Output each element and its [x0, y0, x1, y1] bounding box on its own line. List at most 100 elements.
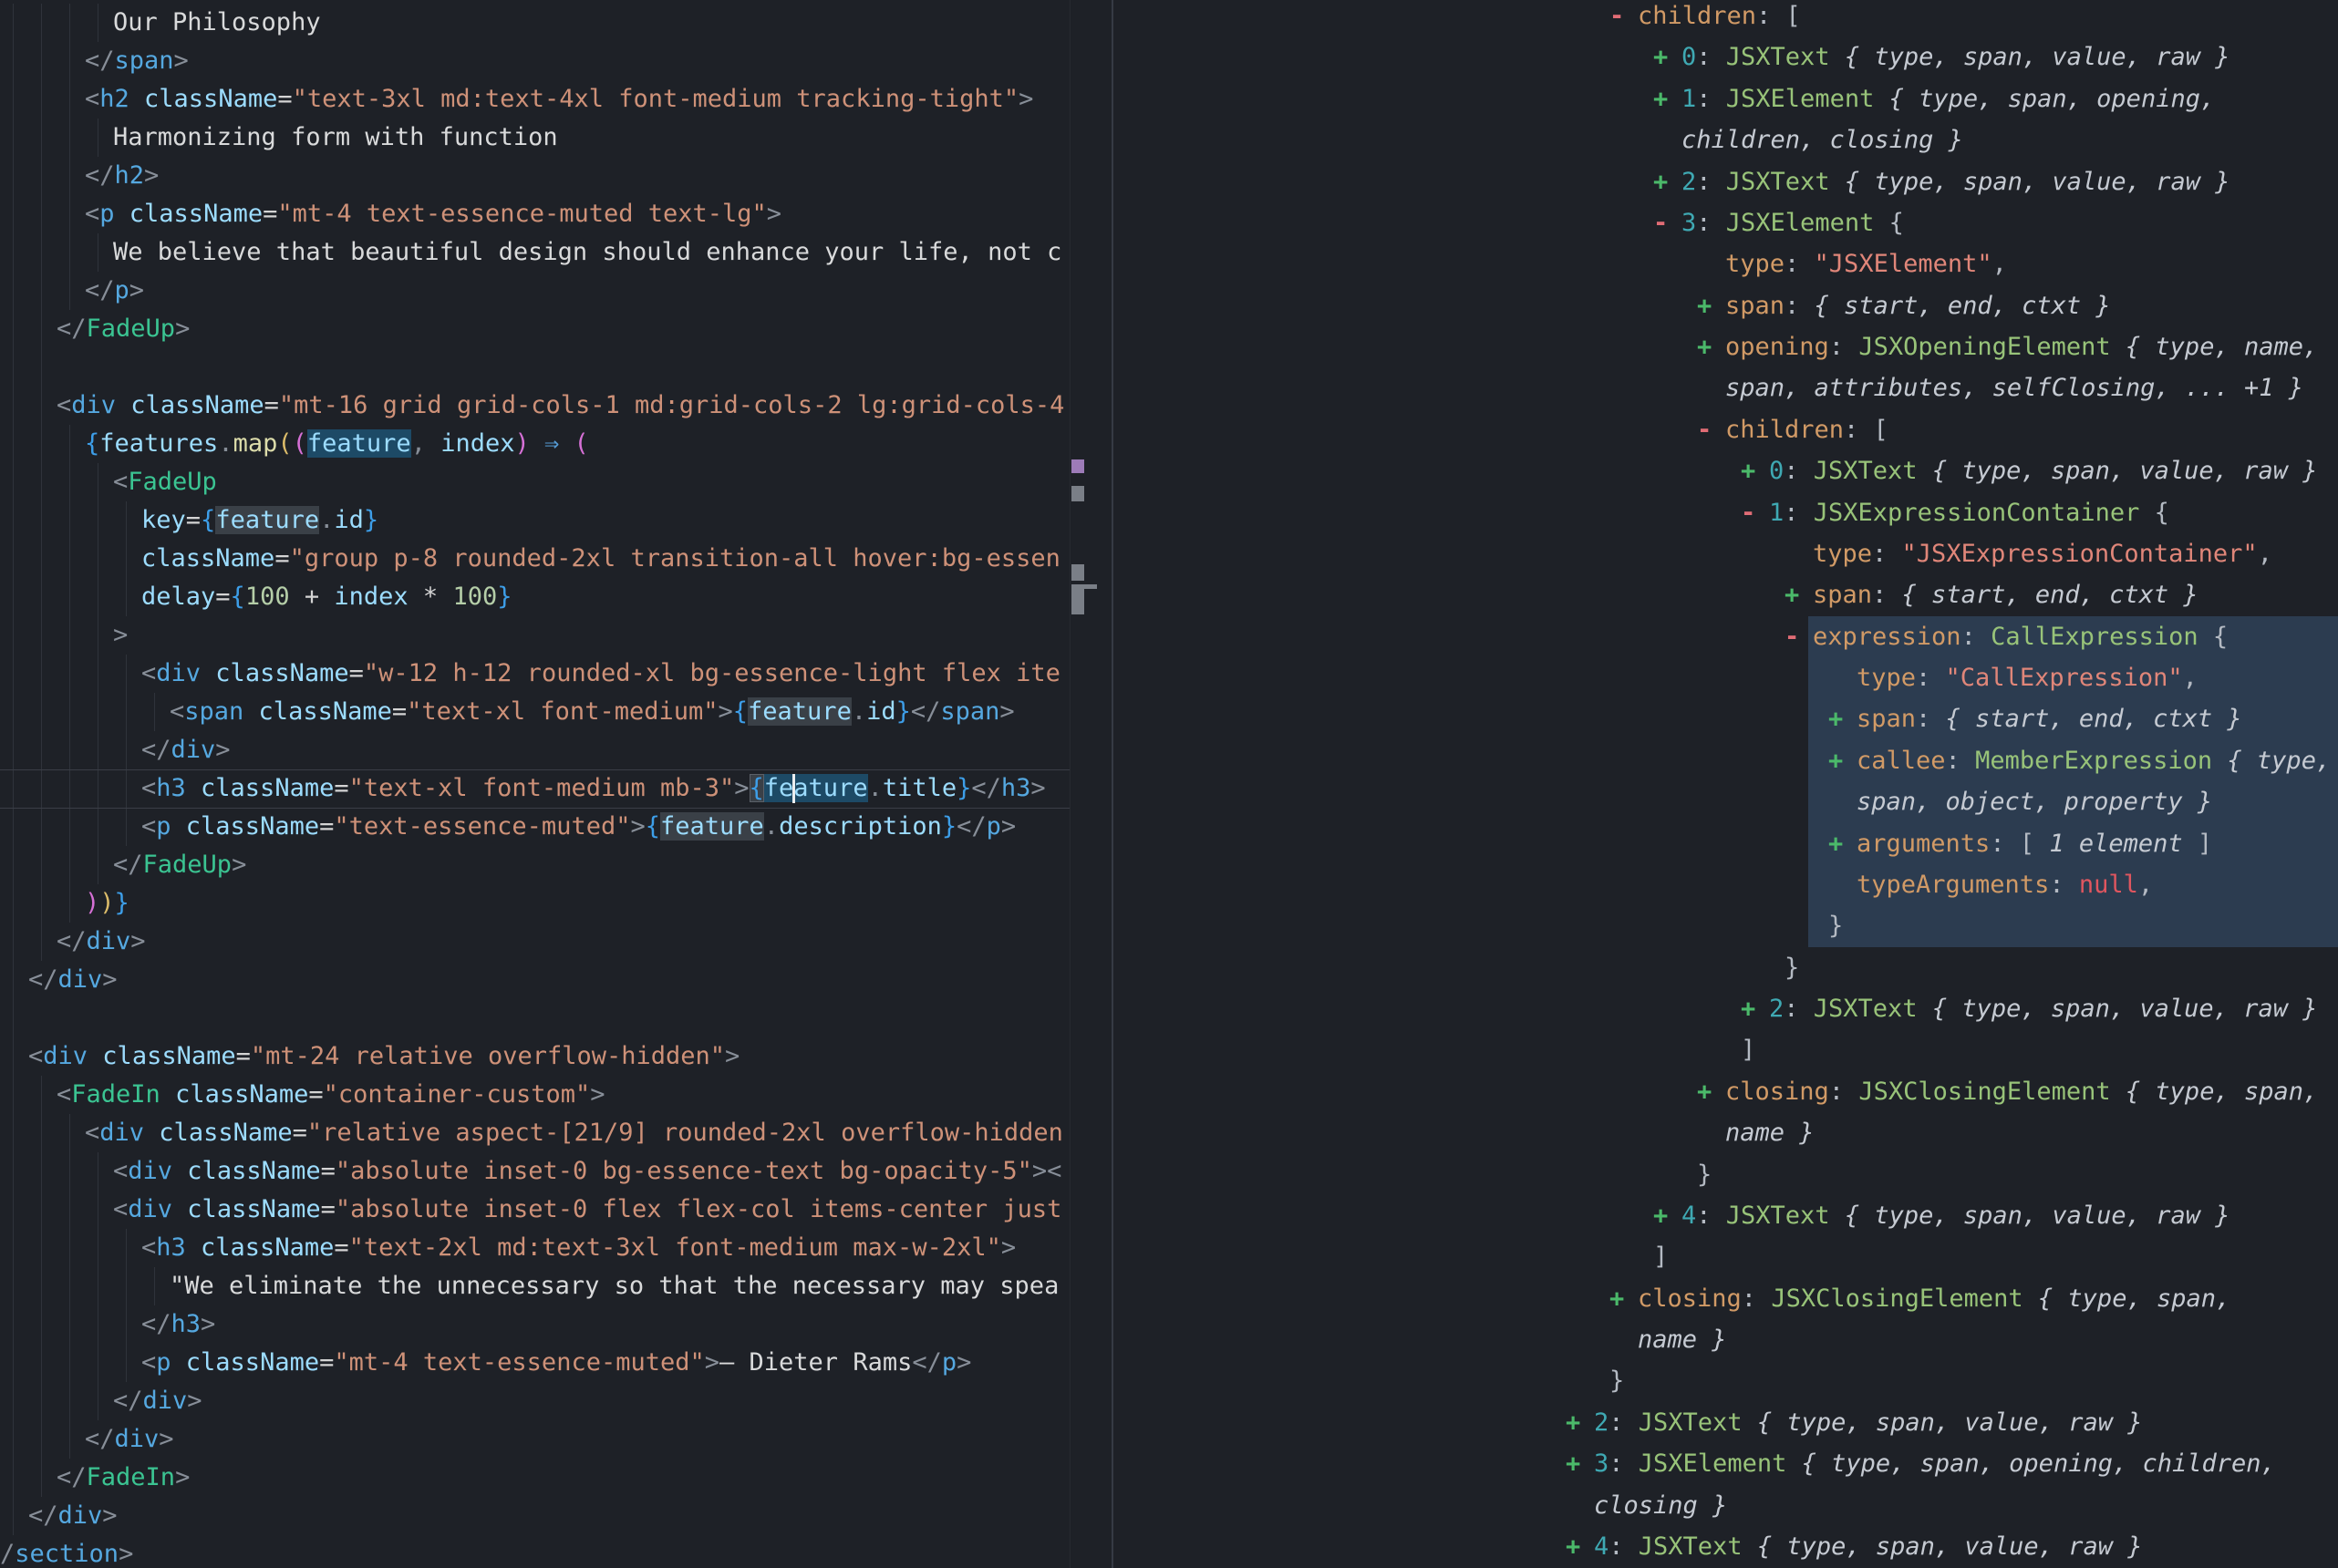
- expand-node-icon[interactable]: +: [1697, 1071, 1725, 1112]
- ast-line[interactable]: +span: { start, end, ctxt }: [1113, 698, 2338, 739]
- ast-line[interactable]: +0: JSXText { type, span, value, raw }: [1113, 36, 2338, 77]
- code-line[interactable]: "We eliminate the unnecessary so that th…: [0, 1267, 1070, 1305]
- ast-line[interactable]: +span: { start, end, ctxt }: [1113, 574, 2338, 615]
- code-line[interactable]: <div className="mt-16 grid grid-cols-1 m…: [0, 387, 1070, 425]
- code-line[interactable]: >: [0, 616, 1070, 655]
- expand-node-icon[interactable]: +: [1566, 1443, 1594, 1484]
- ast-line[interactable]: -children: [: [1113, 409, 2338, 450]
- code-line[interactable]: </FadeIn>: [0, 1459, 1070, 1497]
- ast-line[interactable]: +callee: MemberExpression { type,: [1113, 740, 2338, 781]
- ast-line[interactable]: }: [1113, 1154, 2338, 1195]
- ast-line[interactable]: +4: JSXText { type, span, value, raw }: [1113, 1195, 2338, 1236]
- expand-node-icon[interactable]: +: [1828, 823, 1857, 864]
- expand-node-icon[interactable]: +: [1653, 78, 1681, 119]
- overview-ruler[interactable]: [1070, 0, 1071, 1568]
- code-line[interactable]: <div className="absolute inset-0 bg-esse…: [0, 1152, 1070, 1191]
- ast-line[interactable]: -1: JSXExpressionContainer {: [1113, 492, 2338, 533]
- ast-line[interactable]: type: "JSXElement",: [1113, 243, 2338, 284]
- code-line[interactable]: </span>: [0, 42, 1070, 80]
- expand-node-icon[interactable]: +: [1653, 1195, 1681, 1236]
- code-line[interactable]: <h2 className="text-3xl md:text-4xl font…: [0, 80, 1070, 119]
- code-line[interactable]: </h3>: [0, 1305, 1070, 1344]
- code-line[interactable]: key={feature.id}: [0, 501, 1070, 540]
- code-line[interactable]: <div className="mt-24 relative overflow-…: [0, 1037, 1070, 1076]
- expand-node-icon[interactable]: +: [1566, 1402, 1594, 1443]
- expand-node-icon[interactable]: +: [1828, 740, 1857, 781]
- expand-node-icon[interactable]: +: [1566, 1526, 1594, 1567]
- collapse-node-icon[interactable]: -: [1741, 492, 1769, 533]
- ast-line[interactable]: +span: { start, end, ctxt }: [1113, 285, 2338, 326]
- expand-node-icon[interactable]: +: [1741, 988, 1769, 1029]
- code-line[interactable]: We believe that beautiful design should …: [0, 233, 1070, 272]
- ast-line[interactable]: span, object, property }: [1113, 781, 2338, 822]
- code-line[interactable]: </h2>: [0, 157, 1070, 195]
- expand-node-icon[interactable]: +: [1653, 36, 1681, 77]
- code-line[interactable]: <h3 className="text-2xl md:text-3xl font…: [0, 1229, 1070, 1267]
- expand-node-icon[interactable]: +: [1653, 161, 1681, 202]
- code-line[interactable]: <h3 className="text-xl font-medium mb-3"…: [0, 769, 1070, 808]
- ast-line[interactable]: typeArguments: null,: [1113, 864, 2338, 905]
- ast-line[interactable]: +2: JSXText { type, span, value, raw }: [1113, 161, 2338, 202]
- ast-line[interactable]: closing }: [1113, 1485, 2338, 1526]
- ast-line[interactable]: +1: JSXElement { type, span, opening,: [1113, 78, 2338, 119]
- code-line[interactable]: className="group p-8 rounded-2xl transit…: [0, 540, 1070, 578]
- ast-line[interactable]: -3: JSXElement {: [1113, 202, 2338, 243]
- expand-node-icon[interactable]: +: [1828, 698, 1857, 739]
- code-line[interactable]: <span className="text-xl font-medium">{f…: [0, 693, 1070, 731]
- code-line[interactable]: <p className="mt-4 text-essence-muted">—…: [0, 1344, 1070, 1382]
- ast-line[interactable]: }: [1113, 947, 2338, 988]
- ast-line[interactable]: +opening: JSXOpeningElement { type, name…: [1113, 326, 2338, 367]
- code-line-blank[interactable]: [0, 999, 1070, 1037]
- code-line[interactable]: <FadeIn className="container-custom">: [0, 1076, 1070, 1114]
- code-line[interactable]: </div>: [0, 1420, 1070, 1459]
- code-line[interactable]: </FadeUp>: [0, 310, 1070, 348]
- code-line[interactable]: </div>: [0, 961, 1070, 999]
- expand-node-icon[interactable]: +: [1697, 326, 1725, 367]
- collapse-node-icon[interactable]: -: [1785, 616, 1813, 657]
- expand-node-icon[interactable]: +: [1609, 1278, 1638, 1319]
- ast-line[interactable]: }: [1113, 1360, 2338, 1401]
- code-line[interactable]: delay={100 + index * 100}: [0, 578, 1070, 616]
- ast-line[interactable]: name }: [1113, 1112, 2338, 1153]
- code-line[interactable]: Harmonizing form with function: [0, 119, 1070, 157]
- expand-node-icon[interactable]: +: [1785, 574, 1813, 615]
- ast-line[interactable]: -children: [: [1113, 0, 2338, 36]
- ast-line[interactable]: children, closing }: [1113, 119, 2338, 160]
- code-line[interactable]: ))}: [0, 884, 1070, 923]
- code-line[interactable]: <div className="w-12 h-12 rounded-xl bg-…: [0, 655, 1070, 693]
- ast-line[interactable]: +closing: JSXClosingElement { type, span…: [1113, 1278, 2338, 1319]
- code-line[interactable]: <p className="mt-4 text-essence-muted te…: [0, 195, 1070, 233]
- ast-tree-panel[interactable]: -children: [+0: JSXText { type, span, va…: [1113, 0, 2338, 1568]
- collapse-node-icon[interactable]: -: [1697, 409, 1725, 450]
- ast-line[interactable]: ]: [1113, 1236, 2338, 1277]
- code-line[interactable]: </div>: [0, 923, 1070, 961]
- code-line[interactable]: </div>: [0, 1382, 1070, 1420]
- code-line[interactable]: </FadeUp>: [0, 846, 1070, 884]
- code-line[interactable]: <p className="text-essence-muted">{featu…: [0, 808, 1070, 846]
- ast-line[interactable]: }: [1113, 905, 2338, 946]
- ast-line[interactable]: type: "CallExpression",: [1113, 657, 2338, 698]
- code-line[interactable]: <div className="relative aspect-[21/9] r…: [0, 1114, 1070, 1152]
- code-editor-panel[interactable]: Our Philosophy</span><h2 className="text…: [0, 0, 1112, 1568]
- expand-node-icon[interactable]: +: [1697, 285, 1725, 326]
- ast-line[interactable]: +arguments: [ 1 element ]: [1113, 823, 2338, 864]
- ast-line[interactable]: +0: JSXText { type, span, value, raw }: [1113, 450, 2338, 491]
- code-line[interactable]: <FadeUp: [0, 463, 1070, 501]
- expand-node-icon[interactable]: +: [1741, 450, 1769, 491]
- code-line[interactable]: </div>: [0, 1497, 1070, 1535]
- ast-line[interactable]: +4: JSXText { type, span, value, raw }: [1113, 1526, 2338, 1567]
- ast-line[interactable]: ]: [1113, 1029, 2338, 1070]
- ast-line[interactable]: +2: JSXText { type, span, value, raw }: [1113, 988, 2338, 1029]
- code-line[interactable]: Our Philosophy: [0, 4, 1070, 42]
- ast-line[interactable]: type: "JSXExpressionContainer",: [1113, 533, 2338, 574]
- ast-line[interactable]: +2: JSXText { type, span, value, raw }: [1113, 1402, 2338, 1443]
- code-line-blank[interactable]: [0, 348, 1070, 387]
- code-line[interactable]: </p>: [0, 272, 1070, 310]
- code-line[interactable]: /section>: [0, 1535, 1070, 1568]
- ast-line[interactable]: -expression: CallExpression {: [1113, 616, 2338, 657]
- collapse-node-icon[interactable]: -: [1609, 0, 1638, 36]
- code-line[interactable]: {features.map((feature, index) ⇒ (: [0, 425, 1070, 463]
- ast-line[interactable]: +3: JSXElement { type, span, opening, ch…: [1113, 1443, 2338, 1484]
- ast-line[interactable]: name }: [1113, 1319, 2338, 1360]
- ast-line[interactable]: span, attributes, selfClosing, ... +1 }: [1113, 367, 2338, 408]
